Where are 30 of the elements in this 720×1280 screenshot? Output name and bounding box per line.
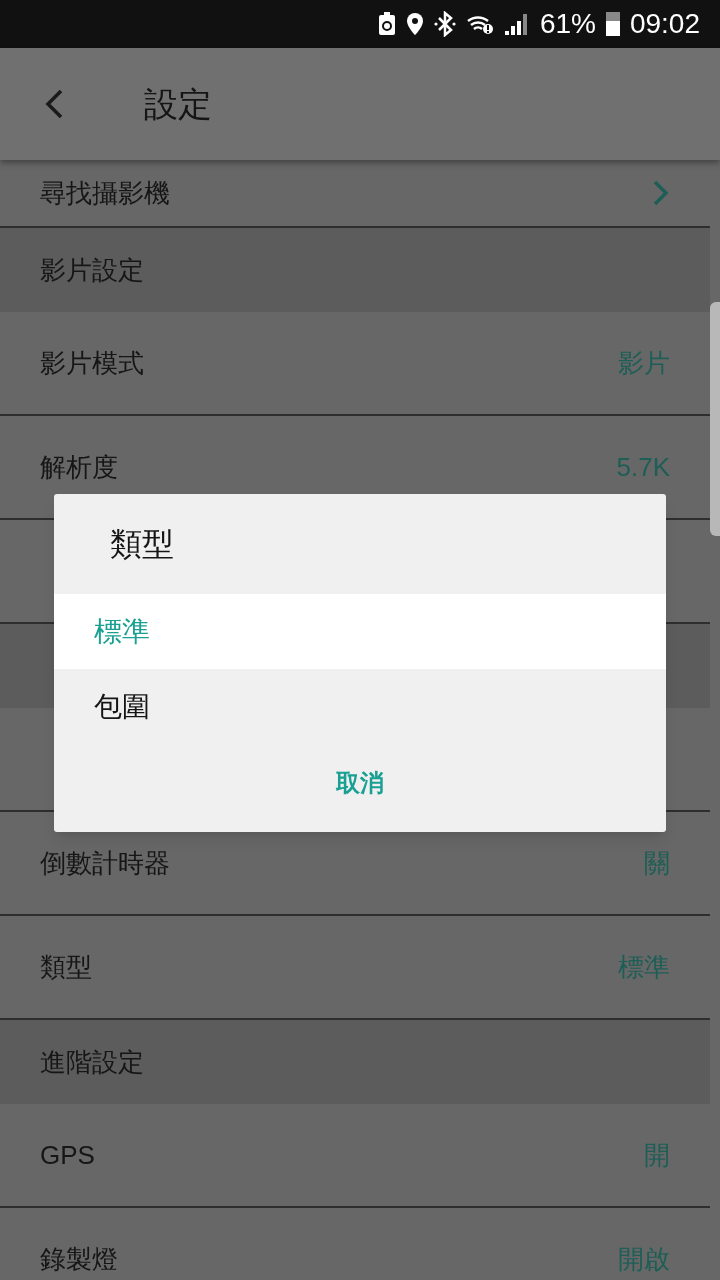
signal-icon xyxy=(503,12,530,36)
row-value: 影片 xyxy=(618,346,670,380)
chevron-right-icon xyxy=(652,179,670,207)
battery-saver-icon xyxy=(377,12,396,36)
section-title: 進階設定 xyxy=(40,1045,144,1079)
row-label: 類型 xyxy=(40,950,92,984)
row-label: 解析度 xyxy=(40,450,118,484)
location-icon xyxy=(405,12,424,36)
dialog-title: 類型 xyxy=(109,525,175,564)
row-value: 開啟 xyxy=(618,1242,670,1276)
dialog-option[interactable]: 標準 xyxy=(54,594,666,669)
row-value: 5.7K xyxy=(616,450,670,484)
cancel-button[interactable]: 取消 xyxy=(326,758,394,808)
row-label: 影片模式 xyxy=(40,346,144,380)
battery-percent: 61% xyxy=(539,10,596,38)
clock: 09:02 xyxy=(629,10,700,38)
row-label: 錄製燈 xyxy=(40,1242,118,1276)
row-label: GPS xyxy=(40,1138,95,1172)
row-label: 尋找攝影機 xyxy=(40,176,170,210)
row-value: 開 xyxy=(644,1138,670,1172)
dialog-option[interactable]: 包圍 xyxy=(54,669,666,744)
row-label: 倒數計時器 xyxy=(40,846,170,880)
row-value: 關 xyxy=(644,846,670,880)
row-value: 標準 xyxy=(618,950,670,984)
section-title: 影片設定 xyxy=(40,253,144,287)
battery-icon xyxy=(605,12,620,36)
bluetooth-icon xyxy=(433,11,456,37)
wifi-icon xyxy=(465,13,494,35)
back-icon xyxy=(44,88,64,120)
page-title: 設定 xyxy=(144,83,212,125)
